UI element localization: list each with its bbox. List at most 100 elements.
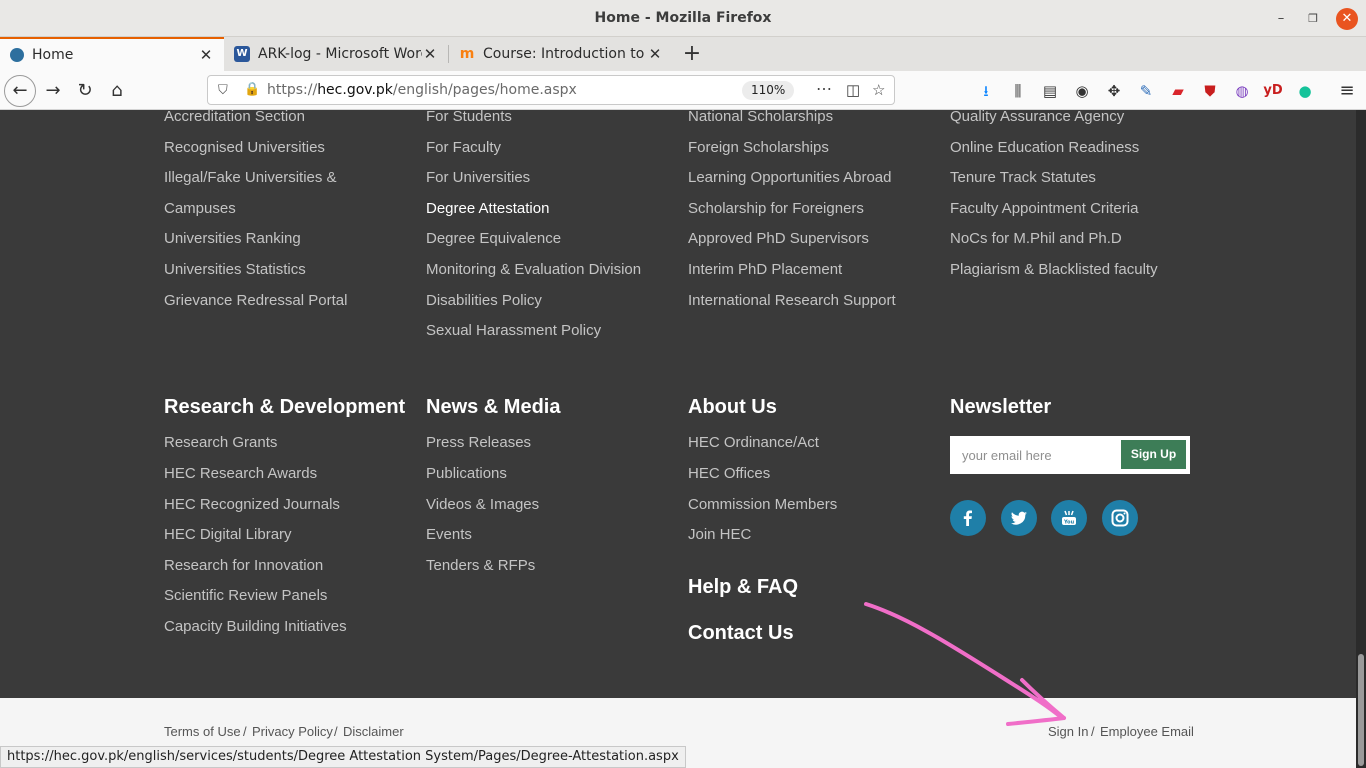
footer-link[interactable]: International Research Support: [688, 292, 896, 309]
terms-of-use-link[interactable]: Terms of Use: [164, 724, 241, 739]
zoom-level-badge[interactable]: 110%: [742, 81, 795, 100]
library-icon[interactable]: ⫼: [1007, 80, 1029, 102]
footer-link[interactable]: Grievance Redressal Portal: [164, 292, 347, 309]
privacy-policy-link[interactable]: Privacy Policy: [252, 724, 333, 739]
footer-link[interactable]: Scholarship for Foreigners: [688, 200, 864, 217]
url-bar[interactable]: ⛉ 🔒 https://hec.gov.pk/english/pages/hom…: [207, 75, 895, 105]
close-tab-icon[interactable]: ✕: [647, 45, 663, 63]
footer-link[interactable]: Foreign Scholarships: [688, 139, 829, 156]
scrollbar-thumb[interactable]: [1358, 654, 1364, 766]
footer-link-degree-attestation[interactable]: Degree Attestation: [426, 200, 549, 217]
footer-link[interactable]: Join HEC: [688, 526, 751, 543]
page-actions-icon[interactable]: ⋯: [816, 79, 832, 99]
tab-home[interactable]: Home ✕: [0, 37, 224, 71]
instagram-icon[interactable]: [1102, 500, 1138, 536]
bookmark-star-icon[interactable]: ☆: [872, 81, 885, 99]
extension-pencil-icon[interactable]: ✎: [1135, 80, 1157, 102]
twitter-icon[interactable]: [1001, 500, 1037, 536]
footer-link[interactable]: Research Grants: [164, 434, 277, 451]
footer-link[interactable]: Tenure Track Statutes: [950, 169, 1096, 186]
footer-link[interactable]: Learning Opportunities Abroad: [688, 169, 891, 186]
footer-link[interactable]: NoCs for M.Phil and Ph.D: [950, 230, 1122, 247]
footer-link[interactable]: Tenders & RFPs: [426, 557, 535, 574]
footer-link[interactable]: Interim PhD Placement: [688, 261, 842, 278]
footer-link[interactable]: HEC Digital Library: [164, 526, 292, 543]
account-icon[interactable]: ◉: [1071, 80, 1093, 102]
footer-link[interactable]: Illegal/Fake Universities &: [164, 169, 337, 186]
url-path: /english/pages/home.aspx: [392, 82, 577, 98]
url-text[interactable]: https://hec.gov.pk/english/pages/home.as…: [267, 82, 577, 98]
footer-link[interactable]: Online Education Readiness: [950, 139, 1139, 156]
tab-course[interactable]: m Course: Introduction to H ✕: [449, 37, 673, 71]
footer-link[interactable]: For Faculty: [426, 139, 501, 156]
forward-button[interactable]: →: [38, 76, 68, 106]
footer-link[interactable]: Campuses: [164, 200, 236, 217]
footer-link[interactable]: Disabilities Policy: [426, 292, 542, 309]
svg-text:You: You: [1063, 520, 1075, 526]
close-tab-icon[interactable]: ✕: [198, 46, 214, 64]
footer-link[interactable]: National Scholarships: [688, 110, 833, 125]
contact-us-link[interactable]: Contact Us: [688, 622, 794, 645]
url-host: hec.gov.pk: [317, 82, 393, 98]
footer-link[interactable]: For Students: [426, 110, 512, 125]
close-tab-icon[interactable]: ✕: [422, 45, 438, 63]
extension-color-icon[interactable]: ◍: [1231, 80, 1253, 102]
footer-link[interactable]: HEC Recognized Journals: [164, 496, 340, 513]
pocket-icon[interactable]: ◫: [846, 81, 860, 99]
youtube-icon[interactable]: You: [1051, 500, 1087, 536]
footer-link[interactable]: Faculty Appointment Criteria: [950, 200, 1138, 217]
help-faq-link[interactable]: Help & FAQ: [688, 576, 798, 599]
maximize-button[interactable]: ❐: [1302, 8, 1324, 30]
footer-link[interactable]: Approved PhD Supervisors: [688, 230, 869, 247]
tab-label: ARK-log - Microsoft Word: [258, 46, 422, 62]
minimize-button[interactable]: –: [1270, 8, 1292, 30]
footer-link[interactable]: Monitoring & Evaluation Division: [426, 261, 641, 278]
footer-link[interactable]: Scientific Review Panels: [164, 587, 327, 604]
home-button[interactable]: ⌂: [102, 76, 132, 106]
menu-icon[interactable]: ≡: [1336, 80, 1358, 102]
newsletter-email-input[interactable]: [950, 436, 1120, 474]
footer-link[interactable]: Universities Ranking: [164, 230, 301, 247]
tab-label: Course: Introduction to H: [483, 46, 647, 62]
shield-icon[interactable]: ⛉: [218, 82, 228, 98]
footer-link[interactable]: Events: [426, 526, 472, 543]
url-scheme: https://: [267, 82, 318, 98]
new-tab-button[interactable]: +: [680, 41, 704, 67]
footer-link[interactable]: Capacity Building Initiatives: [164, 618, 347, 635]
lock-icon[interactable]: 🔒: [244, 81, 260, 97]
footer-link[interactable]: HEC Research Awards: [164, 465, 317, 482]
reload-button[interactable]: ↻: [70, 76, 100, 106]
footer-link[interactable]: Accreditation Section: [164, 110, 305, 125]
footer-link[interactable]: Quality Assurance Agency: [950, 110, 1124, 125]
extension-grammarly-icon[interactable]: ●: [1294, 80, 1316, 102]
window-title: Home - Mozilla Firefox: [594, 10, 772, 26]
disclaimer-link[interactable]: Disclaimer: [343, 724, 404, 739]
footer-link[interactable]: Commission Members: [688, 496, 837, 513]
extension-pdf-icon[interactable]: ▰: [1167, 80, 1189, 102]
extension-gnome-icon[interactable]: ✥: [1103, 80, 1125, 102]
page-scrollbar[interactable]: [1356, 110, 1366, 768]
footer-link[interactable]: HEC Offices: [688, 465, 770, 482]
footer-link[interactable]: Recognised Universities: [164, 139, 325, 156]
footer-link[interactable]: Publications: [426, 465, 507, 482]
employee-email-link[interactable]: Employee Email: [1100, 724, 1194, 739]
back-button[interactable]: ←: [4, 75, 36, 107]
extension-yd-icon[interactable]: yD: [1262, 80, 1284, 102]
footer-link[interactable]: Press Releases: [426, 434, 531, 451]
separator: /: [243, 724, 247, 739]
newsletter-signup-button[interactable]: Sign Up: [1121, 440, 1186, 469]
footer-link[interactable]: Videos & Images: [426, 496, 539, 513]
footer-link[interactable]: For Universities: [426, 169, 530, 186]
footer-link[interactable]: HEC Ordinance/Act: [688, 434, 819, 451]
footer-link[interactable]: Plagiarism & Blacklisted faculty: [950, 261, 1158, 278]
footer-link[interactable]: Sexual Harassment Policy: [426, 322, 601, 339]
download-icon[interactable]: ⭳: [975, 80, 997, 102]
sidebar-icon[interactable]: ▤: [1039, 80, 1061, 102]
footer-link[interactable]: Degree Equivalence: [426, 230, 561, 247]
facebook-icon[interactable]: [950, 500, 986, 536]
footer-link[interactable]: Universities Statistics: [164, 261, 306, 278]
tab-ark-log[interactable]: W ARK-log - Microsoft Word ✕: [224, 37, 448, 71]
close-window-button[interactable]: ✕: [1336, 8, 1358, 30]
footer-link[interactable]: Research for Innovation: [164, 557, 323, 574]
extension-adblock-icon[interactable]: ⛊: [1199, 80, 1221, 102]
